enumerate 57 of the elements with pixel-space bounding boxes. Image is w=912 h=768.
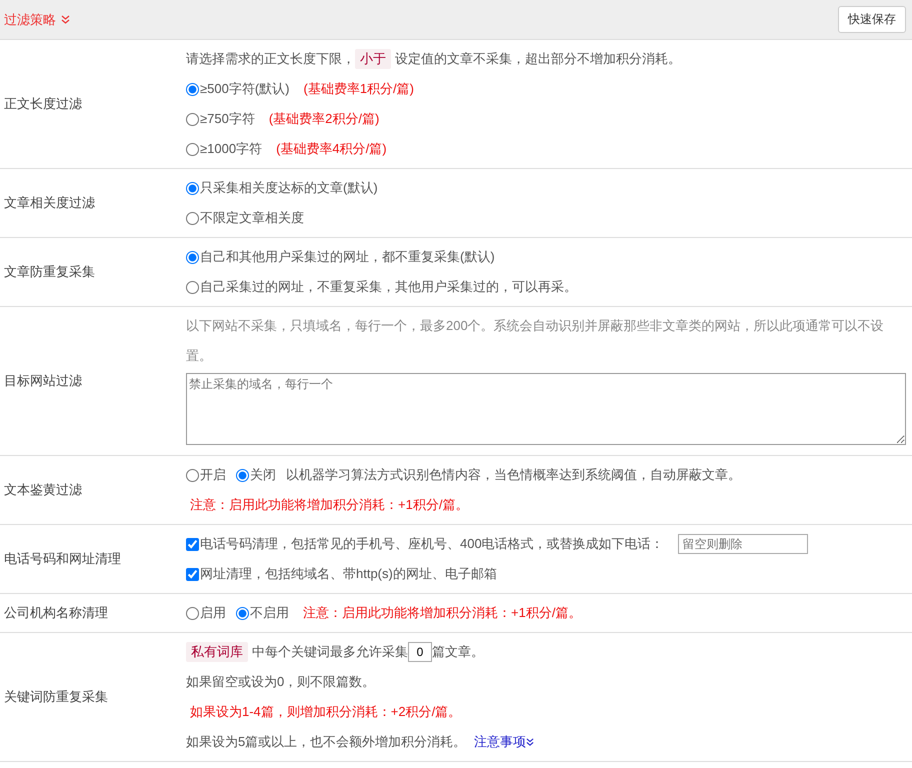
description-text: 中每个关键词最多允许采集: [252, 643, 408, 661]
radio-button[interactable]: [186, 112, 199, 126]
option-label[interactable]: 开启: [200, 466, 226, 484]
option-label[interactable]: ≥750字符: [200, 110, 255, 128]
radio-button[interactable]: [186, 280, 199, 294]
radio-button[interactable]: [186, 606, 199, 620]
row-label: 目标网站过滤: [4, 372, 82, 390]
count-input-field[interactable]: 0: [408, 642, 432, 662]
row-label: 文章防重复采集: [4, 263, 95, 281]
notes-link[interactable]: 注意事项: [474, 733, 526, 751]
highlight-tag: 小于: [355, 49, 391, 69]
option-label[interactable]: ≥1000字符: [200, 140, 262, 158]
radio-button[interactable]: [186, 250, 199, 264]
quick-save-button[interactable]: 快速保存: [838, 6, 906, 33]
checkbox[interactable]: [186, 538, 199, 550]
section-title[interactable]: 过滤策略: [4, 10, 56, 28]
description-text: 以机器学习算法方式识别色情内容，当色情概率达到系统阈值，自动屏蔽文章。: [286, 466, 741, 484]
description-text: 如果设为5篇或以上，也不会额外增加积分消耗。: [186, 733, 466, 751]
radio-button[interactable]: [186, 182, 199, 194]
cost-note: 注意：启用此功能将增加积分消耗：+1积分/篇。: [303, 604, 582, 622]
highlight-tag: 私有词库: [186, 642, 248, 662]
option-label[interactable]: 自己采集过的网址，不重复采集，其他用户采集过的，可以再采。: [200, 278, 577, 296]
option-label[interactable]: 电话号码清理，包括常见的手机号、座机号、400电话格式，或替换成如下电话：: [200, 535, 664, 553]
option-label[interactable]: 启用: [200, 604, 226, 622]
cost-note: 如果设为1-4篇，则增加积分消耗：+2积分/篇。: [190, 703, 462, 721]
radio-button[interactable]: [186, 468, 199, 482]
description-text: 以下网站不采集，只填域名，每行一个，最多200个。系统会自动识别并屏蔽那些非文章类的网站，所以此项通常可以不设置。: [186, 317, 885, 365]
cost-note: (基础费率2积分/篇): [268, 110, 380, 128]
domain-text-area[interactable]: 禁止采集的域名，每行一个: [186, 373, 906, 445]
option-label[interactable]: 只采集相关度达标的文章(默认): [200, 179, 378, 197]
double-chevron-down-icon[interactable]: [526, 738, 534, 746]
row-label: 正文长度过滤: [4, 95, 82, 113]
phone-input-field[interactable]: 留空则删除: [678, 534, 808, 554]
description-text: 篇文章。: [432, 643, 484, 661]
description-text: 如果留空或设为0，则不限篇数。: [186, 673, 376, 691]
option-label[interactable]: 自己和其他用户采集过的网址，都不重复采集(默认): [200, 248, 495, 266]
option-label[interactable]: 不启用: [250, 604, 289, 622]
option-label[interactable]: 不限定文章相关度: [200, 209, 304, 227]
cost-note: 注意：启用此功能将增加积分消耗：+1积分/篇。: [190, 496, 468, 514]
option-label[interactable]: 网址清理，包括纯域名、带http(s)的网址、电子邮箱: [200, 565, 497, 583]
radio-button[interactable]: [186, 212, 199, 224]
option-label[interactable]: ≥500字符(默认): [200, 80, 290, 98]
row-label: 电话号码和网址清理: [4, 550, 121, 568]
description-text: 设定值的文章不采集，超出部分不增加积分消耗。: [395, 50, 681, 68]
checkbox[interactable]: [186, 568, 199, 580]
description-text: 请选择需求的正文长度下限，: [186, 50, 355, 68]
row-label: 关键词防重复采集: [4, 688, 108, 706]
radio-button[interactable]: [236, 468, 249, 482]
row-label: 文本鉴黄过滤: [4, 481, 82, 499]
row-label: 公司机构名称清理: [4, 604, 108, 622]
cost-note: (基础费率1积分/篇): [303, 80, 414, 98]
radio-button[interactable]: [236, 606, 249, 620]
row-label: 文章相关度过滤: [4, 194, 95, 212]
radio-button[interactable]: [186, 82, 199, 96]
cost-note: (基础费率4积分/篇): [276, 140, 387, 158]
option-label[interactable]: 关闭: [250, 466, 276, 484]
radio-button[interactable]: [186, 142, 199, 156]
